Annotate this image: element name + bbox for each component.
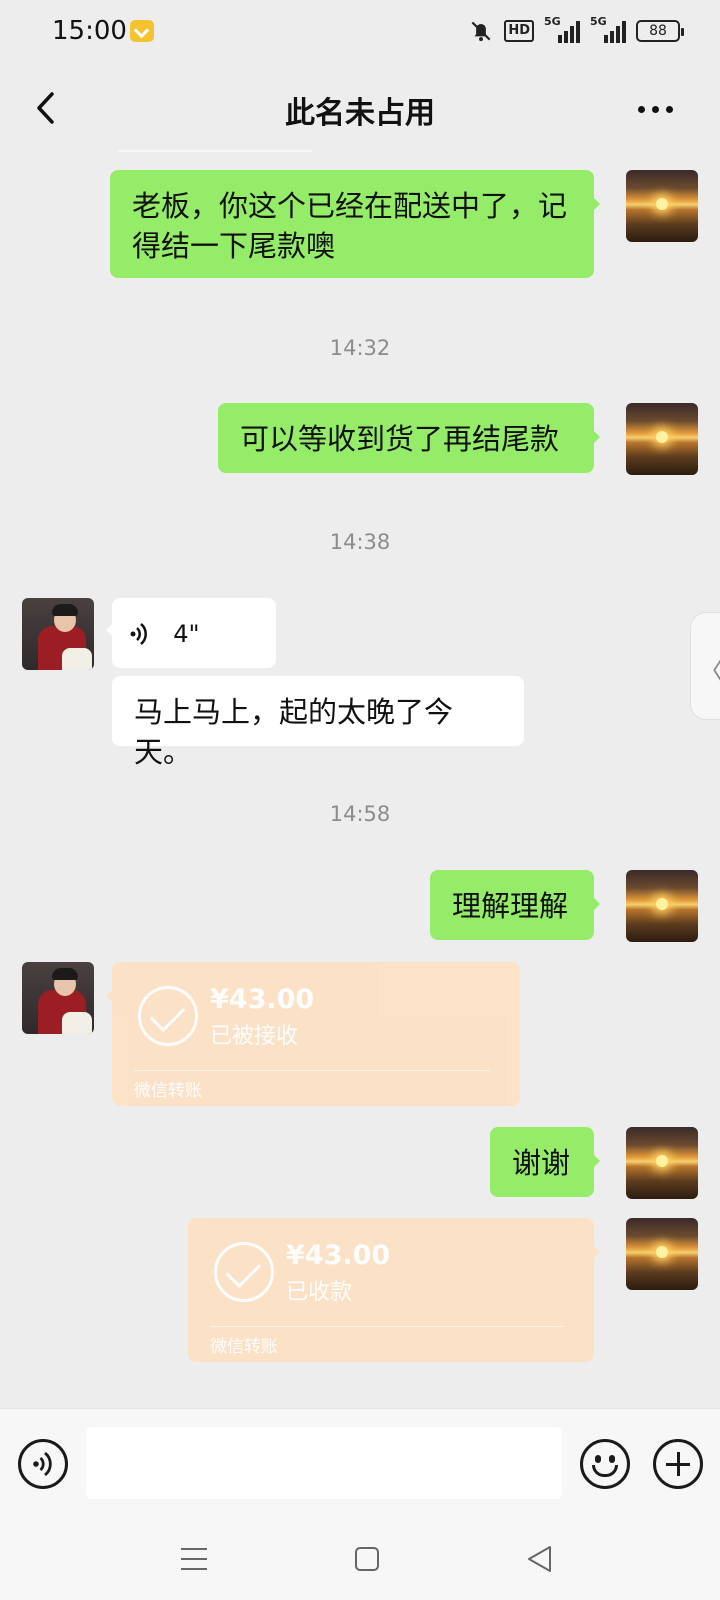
transfer-status: 已被接收 (210, 1024, 299, 1049)
voice-duration: 4" (173, 620, 200, 648)
message-bubble-self[interactable]: 老板，你这个已经在配送中了，记得结一下尾款噢 (110, 170, 600, 278)
chat-title: 此名未占用 (285, 96, 435, 131)
side-drawer-handle[interactable]: 〈 (690, 612, 720, 720)
chat-header: 此名未占用 (0, 64, 720, 150)
transfer-divider (134, 1070, 490, 1071)
contact-avatar[interactable] (22, 598, 94, 670)
message-text: 可以等收到货了再结尾款 (240, 422, 560, 456)
plus-icon[interactable] (653, 1439, 703, 1489)
message-bubble-self[interactable]: 谢谢 (490, 1127, 600, 1197)
transfer-amount: ¥43.00 (286, 1240, 391, 1271)
vip-badge-icon (130, 20, 154, 42)
signal-strength-icon-2: 5G (590, 15, 626, 43)
signal-strength-icon: 5G (544, 15, 580, 43)
transfer-brand-label: 微信转账 (134, 1081, 202, 1101)
home-icon[interactable] (355, 1547, 379, 1571)
hd-network-badge: HD (504, 20, 534, 42)
voice-wave-icon (130, 623, 147, 645)
message-text: 理解理解 (452, 889, 569, 923)
emoji-icon[interactable] (580, 1439, 630, 1489)
message-text: 马上马上，起的太晚了今天。 (134, 695, 454, 769)
transfer-status: 已收款 (286, 1280, 353, 1305)
system-nav-bar (0, 1518, 720, 1600)
input-bar (0, 1408, 720, 1518)
status-time: 15:00 (52, 16, 127, 46)
message-bubble-self[interactable]: 理解理解 (430, 870, 600, 940)
voice-input-icon[interactable] (18, 1439, 68, 1489)
self-avatar[interactable] (626, 403, 698, 475)
check-circle-icon (138, 986, 198, 1046)
back-triangle-icon[interactable] (526, 1544, 554, 1574)
more-dots-icon[interactable] (630, 94, 680, 124)
message-input[interactable] (86, 1427, 562, 1499)
self-avatar[interactable] (626, 870, 698, 942)
transfer-brand-label: 微信转账 (210, 1337, 278, 1357)
signal-label: 5G (544, 15, 561, 28)
message-text: 老板，你这个已经在配送中了，记得结一下尾款噢 (132, 189, 568, 263)
transfer-card[interactable]: ¥43.00 已收款 微信转账 (188, 1218, 600, 1362)
voice-message-bubble[interactable]: 4" (106, 598, 276, 668)
contact-avatar[interactable] (22, 962, 94, 1034)
transfer-divider (210, 1326, 564, 1327)
self-avatar[interactable] (626, 1127, 698, 1199)
timestamp: 14:58 (329, 802, 391, 826)
message-bubble-self[interactable]: 可以等收到货了再结尾款 (218, 403, 600, 473)
self-avatar[interactable] (626, 1218, 698, 1290)
scroll-fade-edge (118, 150, 312, 152)
status-bar: 15:00 HD 5G 5G 88 (0, 0, 720, 64)
status-indicators: HD 5G 5G 88 (468, 15, 684, 44)
signal-label-2: 5G (590, 15, 607, 28)
transfer-amount: ¥43.00 (210, 984, 315, 1015)
timestamp: 14:38 (329, 530, 391, 554)
message-text: 谢谢 (512, 1146, 571, 1180)
check-circle-icon (214, 1242, 274, 1302)
battery-indicator: 88 (636, 20, 684, 42)
menu-icon[interactable] (181, 1548, 207, 1570)
chevron-left-small-icon: 〈 (698, 651, 720, 688)
timestamp: 14:32 (329, 336, 391, 360)
mute-bell-icon (471, 21, 491, 42)
self-avatar[interactable] (626, 170, 698, 242)
message-list[interactable]: 老板，你这个已经在配送中了，记得结一下尾款噢 14:32 可以等收到货了再结尾款… (0, 150, 720, 1408)
transfer-card[interactable]: ¥43.00 已被接收 微信转账 (106, 962, 520, 1106)
message-bubble-other[interactable]: 马上马上，起的太晚了今天。 (112, 676, 524, 769)
